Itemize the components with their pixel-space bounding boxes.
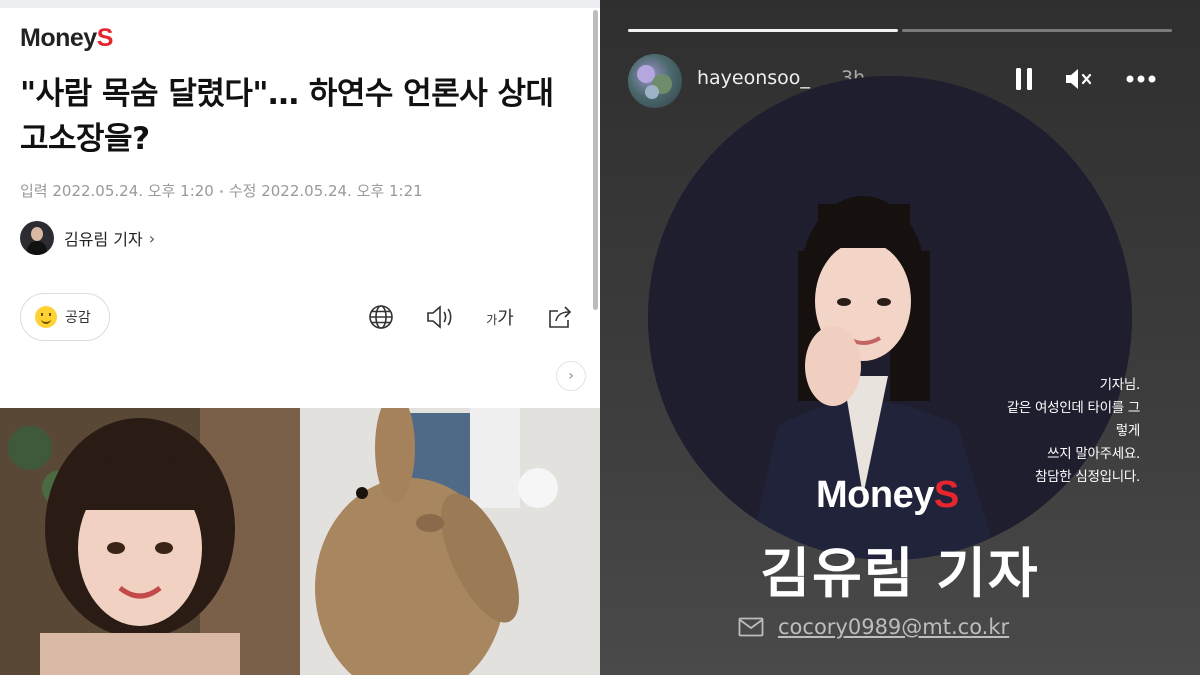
- chevron-right-icon: ›: [148, 228, 156, 248]
- share-icon: [549, 306, 572, 328]
- translate-button[interactable]: [366, 302, 396, 332]
- article-headline: "사람 목숨 달렸다"… 하연수 언론사 상대 고소장을?: [20, 76, 554, 157]
- article-dates: 입력 2022.05.24. 오후 1:20 수정 2022.05.24. 오후 …: [20, 180, 423, 201]
- quote-line-1: 기자님.: [1099, 377, 1141, 393]
- story-progress-1: [628, 29, 898, 32]
- empathy-button[interactable]: 공감: [20, 293, 110, 341]
- story-progress-2: [902, 29, 1172, 32]
- avatar-image: [637, 65, 672, 99]
- pause-icon: [1016, 68, 1032, 90]
- share-button[interactable]: [546, 302, 576, 332]
- smiley-icon: [35, 306, 57, 328]
- story-panel: hayeonsoo_ 3h 기자님. 같은 여성인데 타이를 그렇게 쓰지 말아…: [600, 0, 1200, 675]
- mute-icon: [1066, 69, 1092, 89]
- chevron-right-icon: ›: [568, 368, 574, 384]
- next-arrow-button[interactable]: ›: [556, 361, 586, 391]
- quote-line-4: 참담한 심정입니다.: [1035, 469, 1140, 485]
- published-date: 입력 2022.05.24. 오후 1:20: [20, 182, 214, 200]
- story-username[interactable]: hayeonsoo_: [697, 67, 810, 89]
- article-panel: MoneyS "사람 목숨 달렸다"… 하연수 언론사 상대 고소장을? 입력 …: [0, 0, 600, 675]
- overlay-logo-accent: S: [933, 474, 959, 516]
- story-avatar[interactable]: [628, 54, 682, 108]
- quote-line-3: 쓰지 말아주세요.: [1047, 446, 1140, 462]
- empathy-label: 공감: [65, 310, 91, 326]
- reporter-name: 김유림 기자: [64, 230, 143, 249]
- moneys-logo[interactable]: MoneyS: [20, 24, 113, 53]
- font-size-button[interactable]: 가가: [482, 302, 518, 332]
- reporter-avatar: [20, 221, 54, 255]
- bunny-photo-illustration: [300, 408, 600, 675]
- photo-bunny: [300, 408, 600, 675]
- overlay-logo-main: Money: [816, 474, 934, 516]
- reporter-link[interactable]: 김유림 기자 ›: [20, 221, 155, 255]
- story-quote: 기자님. 같은 여성인데 타이를 그렇게 쓰지 말아주세요. 참담한 심정입니다…: [1000, 374, 1140, 489]
- reporter-email[interactable]: cocory0989@mt.co.kr: [738, 615, 1009, 639]
- article-photos: [0, 408, 600, 675]
- globe-icon: [369, 305, 393, 329]
- mail-icon: [738, 617, 764, 637]
- reporter-name-large: 김유림 기자: [760, 542, 1040, 605]
- font-size-large: 가: [497, 308, 514, 329]
- font-size-label: 가가: [486, 304, 514, 330]
- logo-accent: S: [96, 24, 114, 52]
- logo-main: Money: [20, 24, 97, 52]
- more-icon: [1126, 75, 1156, 83]
- date-separator: [219, 190, 223, 193]
- email-text: cocory0989@mt.co.kr: [778, 615, 1010, 639]
- top-bar: [0, 0, 600, 8]
- quote-line-2: 같은 여성인데 타이를 그렇게: [1006, 400, 1140, 439]
- font-size-small: 가: [486, 313, 498, 327]
- pause-button[interactable]: [1008, 62, 1040, 96]
- speaker-icon: [427, 305, 452, 329]
- photo-woman: [0, 408, 300, 675]
- scrollbar[interactable]: [593, 10, 598, 310]
- moneys-logo-overlay: MoneyS: [816, 474, 959, 517]
- read-aloud-button[interactable]: [425, 302, 455, 332]
- mute-button[interactable]: [1062, 62, 1094, 96]
- more-options-button[interactable]: [1123, 62, 1159, 96]
- modified-date: 수정 2022.05.24. 오후 1:21: [228, 182, 423, 200]
- woman-photo-illustration: [0, 408, 300, 675]
